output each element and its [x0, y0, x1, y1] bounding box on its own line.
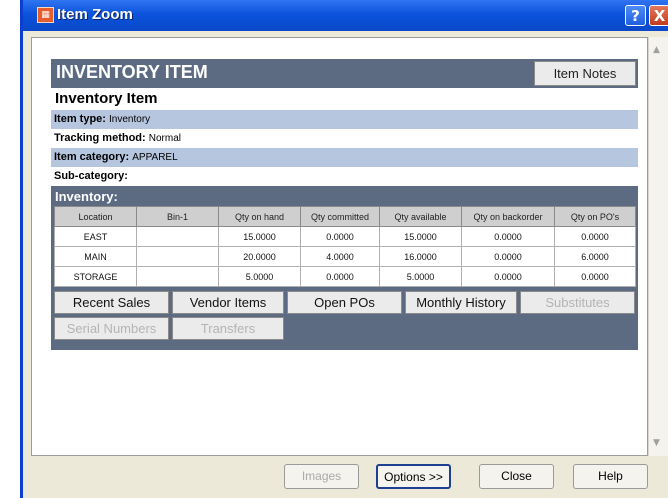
help-button[interactable]: Help: [573, 464, 648, 489]
column-header-qty-on-pos[interactable]: Qty on PO's: [554, 206, 636, 227]
tracking-method-label: Tracking method:: [54, 132, 146, 144]
transfers-button[interactable]: Transfers: [172, 317, 284, 340]
item-type-label: Item type:: [54, 113, 106, 125]
item-type-row: Item type: Inventory: [51, 110, 638, 129]
page-title: INVENTORY ITEM: [56, 62, 208, 82]
table-header-row: Location Bin-1 Qty on hand Qty committed…: [54, 206, 636, 227]
cell-bin: [136, 226, 219, 247]
cell-qty-backorder: 0.0000: [461, 226, 555, 247]
recent-sales-button[interactable]: Recent Sales: [54, 291, 169, 314]
item-category-row: Item category: APPAREL: [51, 148, 638, 167]
column-header-qty-available[interactable]: Qty available: [379, 206, 462, 227]
inventory-label: Inventory:: [55, 189, 118, 204]
cell-qty-available: 15.0000: [379, 226, 462, 247]
column-header-location[interactable]: Location: [54, 206, 137, 227]
header-bar: INVENTORY ITEM Item Notes: [51, 59, 638, 88]
inventory-panel: Inventory: Location Bin-1 Qty on hand Qt…: [51, 186, 638, 287]
vertical-scrollbar[interactable]: ▲ ▼: [648, 37, 668, 456]
item-category-label: Item category:: [54, 151, 130, 163]
inventory-item-panel: INVENTORY ITEM Item Notes Inventory Item…: [51, 59, 638, 350]
cell-location: MAIN: [54, 246, 137, 267]
open-pos-button[interactable]: Open POs: [287, 291, 402, 314]
content-pane: INVENTORY ITEM Item Notes Inventory Item…: [31, 37, 648, 456]
cell-qty-committed: 4.0000: [300, 246, 380, 267]
window-title: Item Zoom: [57, 6, 133, 23]
substitutes-button[interactable]: Substitutes: [520, 291, 635, 314]
cell-qty-on-pos: 6.0000: [554, 246, 636, 267]
column-header-qty-committed[interactable]: Qty committed: [300, 206, 380, 227]
cell-bin: [136, 246, 219, 267]
table-row[interactable]: MAIN 20.0000 4.0000 16.0000 0.0000 6.000…: [54, 246, 636, 267]
cell-bin: [136, 266, 219, 287]
action-buttons-panel: Recent Sales Vendor Items Open POs Month…: [51, 287, 638, 350]
monthly-history-button[interactable]: Monthly History: [405, 291, 517, 314]
cell-qty-backorder: 0.0000: [461, 246, 555, 267]
table-row[interactable]: STORAGE 5.0000 0.0000 5.0000 0.0000 0.00…: [54, 266, 636, 287]
tracking-method-value: Normal: [148, 133, 181, 144]
sub-category-row: Sub-category:: [51, 167, 638, 186]
item-type-value: Inventory: [109, 114, 151, 125]
scroll-down-icon[interactable]: ▼: [653, 438, 660, 448]
help-title-button[interactable]: ?: [625, 5, 646, 26]
cell-qty-available: 5.0000: [379, 266, 462, 287]
cell-qty-on-pos: 0.0000: [554, 266, 636, 287]
cell-location: STORAGE: [54, 266, 137, 287]
cell-qty-on-hand: 20.0000: [218, 246, 301, 267]
cell-qty-on-pos: 0.0000: [554, 226, 636, 247]
sub-category-label: Sub-category:: [54, 170, 128, 182]
options-button[interactable]: Options >>: [376, 464, 451, 489]
cell-location: EAST: [54, 226, 137, 247]
vendor-items-button[interactable]: Vendor Items: [172, 291, 284, 314]
cell-qty-available: 16.0000: [379, 246, 462, 267]
item-notes-button[interactable]: Item Notes: [534, 61, 636, 86]
column-header-qty-on-hand[interactable]: Qty on hand: [218, 206, 301, 227]
section-title: Inventory Item: [55, 90, 158, 107]
cell-qty-committed: 0.0000: [300, 226, 380, 247]
item-zoom-window: ▦ Item Zoom ? X INVENTORY ITEM Item Note…: [20, 0, 668, 498]
column-header-qty-backorder[interactable]: Qty on backorder: [461, 206, 555, 227]
dialog-button-bar: Images Options >> Close Help: [23, 460, 668, 498]
inventory-table: Location Bin-1 Qty on hand Qty committed…: [54, 206, 636, 287]
close-button[interactable]: Close: [479, 464, 554, 489]
cell-qty-backorder: 0.0000: [461, 266, 555, 287]
cell-qty-on-hand: 5.0000: [218, 266, 301, 287]
serial-numbers-button[interactable]: Serial Numbers: [54, 317, 169, 340]
close-title-button[interactable]: X: [649, 5, 668, 26]
scroll-up-icon[interactable]: ▲: [653, 45, 660, 55]
item-category-value: APPAREL: [132, 152, 178, 163]
app-icon: ▦: [37, 7, 54, 23]
table-row[interactable]: EAST 15.0000 0.0000 15.0000 0.0000 0.000…: [54, 226, 636, 247]
tracking-method-row: Tracking method: Normal: [51, 129, 638, 148]
cell-qty-on-hand: 15.0000: [218, 226, 301, 247]
cell-qty-committed: 0.0000: [300, 266, 380, 287]
column-header-bin[interactable]: Bin-1: [136, 206, 219, 227]
images-button[interactable]: Images: [284, 464, 359, 489]
title-bar[interactable]: ▦ Item Zoom ? X: [23, 0, 668, 31]
